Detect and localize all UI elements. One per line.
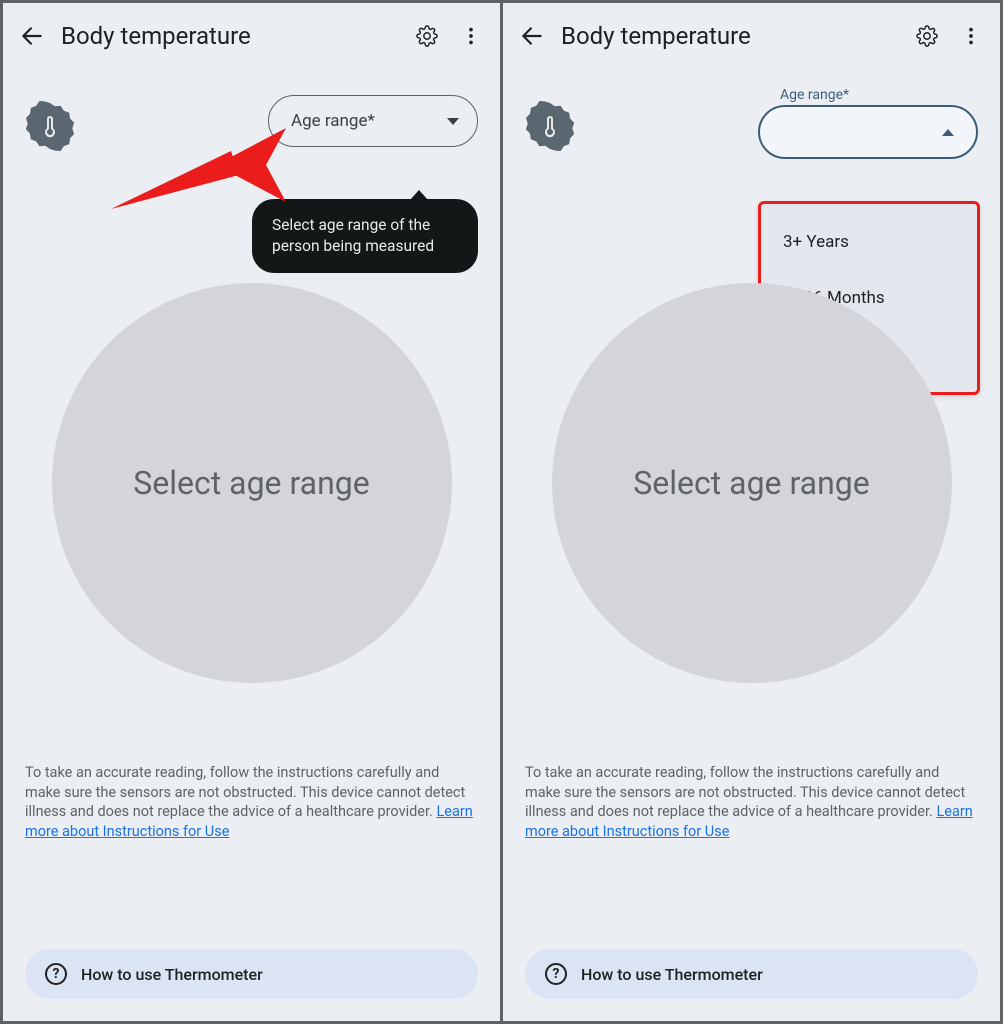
settings-button[interactable] bbox=[912, 21, 942, 51]
help-icon: ? bbox=[545, 963, 567, 985]
more-button[interactable] bbox=[956, 21, 986, 51]
reading-placeholder: Select age range bbox=[552, 283, 952, 683]
thermometer-icon bbox=[42, 114, 58, 138]
thermometer-badge bbox=[25, 101, 75, 151]
gear-icon bbox=[916, 25, 938, 47]
chip-label: How to use Thermometer bbox=[81, 965, 263, 984]
screenshot-right: Body temperature Age range* 3+ Years 3–3… bbox=[503, 3, 1000, 1021]
arrow-left-icon bbox=[19, 23, 45, 49]
gear-icon bbox=[416, 25, 438, 47]
thermometer-badge bbox=[525, 101, 575, 151]
thermometer-icon bbox=[542, 114, 558, 138]
more-vertical-icon bbox=[960, 25, 982, 47]
screenshot-left: Body temperature Age range* Select age r… bbox=[3, 3, 500, 1021]
more-button[interactable] bbox=[456, 21, 486, 51]
placeholder-text: Select age range bbox=[133, 464, 369, 502]
reading-placeholder: Select age range bbox=[52, 283, 452, 683]
tooltip-text: Select age range of the person being mea… bbox=[272, 216, 434, 255]
settings-button[interactable] bbox=[412, 21, 442, 51]
dropdown-label: Age range* bbox=[291, 111, 447, 131]
age-range-dropdown[interactable]: Age range* bbox=[268, 95, 478, 147]
app-header: Body temperature bbox=[503, 3, 1000, 61]
chevron-down-icon bbox=[447, 118, 459, 125]
control-row: Age range* bbox=[3, 61, 500, 151]
page-title: Body temperature bbox=[61, 22, 398, 50]
age-range-dropdown-open-wrap: Age range* bbox=[758, 87, 978, 159]
help-icon: ? bbox=[45, 963, 67, 985]
back-button[interactable] bbox=[17, 21, 47, 51]
back-button[interactable] bbox=[517, 21, 547, 51]
age-option-3plus[interactable]: 3+ Years bbox=[761, 214, 977, 270]
chevron-up-icon bbox=[942, 129, 954, 136]
arrow-left-icon bbox=[519, 23, 545, 49]
placeholder-text: Select age range bbox=[633, 464, 869, 502]
dropdown-float-label: Age range* bbox=[780, 87, 978, 103]
disclaimer-body: To take an accurate reading, follow the … bbox=[25, 764, 465, 820]
how-to-chip[interactable]: ? How to use Thermometer bbox=[525, 949, 978, 999]
chip-label: How to use Thermometer bbox=[581, 965, 763, 984]
age-range-dropdown[interactable] bbox=[758, 105, 978, 159]
control-row: Age range* bbox=[503, 61, 1000, 159]
disclaimer-text: To take an accurate reading, follow the … bbox=[25, 763, 478, 841]
more-vertical-icon bbox=[460, 25, 482, 47]
app-header: Body temperature bbox=[3, 3, 500, 61]
dropdown-tooltip: Select age range of the person being mea… bbox=[252, 199, 478, 273]
disclaimer-body: To take an accurate reading, follow the … bbox=[525, 764, 965, 820]
how-to-chip[interactable]: ? How to use Thermometer bbox=[25, 949, 478, 999]
page-title: Body temperature bbox=[561, 22, 898, 50]
disclaimer-text: To take an accurate reading, follow the … bbox=[525, 763, 978, 841]
